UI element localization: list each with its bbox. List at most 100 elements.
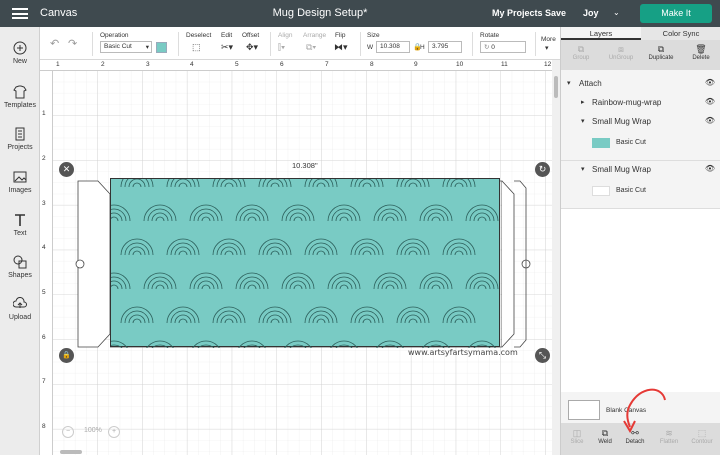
deselect-icon[interactable]: ⬚ — [192, 42, 201, 53]
zoom-in-icon[interactable]: + — [108, 426, 120, 438]
size-label: Size — [367, 32, 380, 39]
horizontal-ruler: 1 2 3 4 5 6 7 8 9 10 11 12 — [40, 60, 552, 71]
rainbow-pattern-design[interactable] — [97, 170, 500, 358]
make-it-button[interactable]: Make It — [640, 4, 712, 23]
ungroup-icon: ⧈ — [618, 44, 624, 54]
layer-tools: ⧉ Group ⧈ UnGroup ⧉ Duplicate 🗑 Delete — [561, 40, 720, 70]
arrange-icon[interactable]: ⧉▾ — [306, 42, 316, 53]
tab-layers[interactable]: Layers — [561, 27, 641, 40]
rotate-icon[interactable]: ↻ — [535, 162, 550, 177]
divider — [270, 32, 271, 56]
undo-icon[interactable]: ↶ — [50, 37, 59, 50]
rainbow-pattern-art — [97, 170, 499, 358]
more-button[interactable]: More — [541, 36, 556, 43]
plus-icon — [13, 41, 27, 55]
delete-button[interactable]: 🗑 Delete — [681, 44, 720, 61]
chevron-down-icon[interactable]: ▾ — [581, 117, 585, 125]
design-canvas[interactable]: 10.308" ✕ ↻ 🔒 ⤡ − 100% + — [40, 60, 552, 455]
project-title: Mug Design Setup* — [272, 7, 368, 19]
weld-button[interactable]: ⧉ Weld — [589, 428, 621, 445]
layer-attach[interactable]: ▾ Attach 👁 — [561, 78, 720, 92]
blank-canvas-thumbnail[interactable] — [568, 400, 600, 420]
flip-icon[interactable]: ⧓▾ — [334, 42, 348, 53]
duplicate-button[interactable]: ⧉ Duplicate — [641, 44, 681, 61]
rotate-input[interactable]: ↻ 0 — [480, 41, 526, 53]
ungroup-button[interactable]: ⧈ UnGroup — [601, 44, 641, 61]
layer-swatch — [592, 138, 610, 148]
group-icon: ⧉ — [577, 44, 585, 54]
eye-icon[interactable]: 👁 — [705, 78, 715, 87]
height-label: H — [420, 44, 425, 51]
divider — [178, 32, 179, 56]
flatten-button[interactable]: ≋ Flatten — [653, 428, 685, 445]
zoom-out-icon[interactable]: − — [62, 426, 74, 438]
edit-label: Edit — [221, 32, 233, 39]
sidebar-item-upload[interactable]: Upload — [0, 297, 40, 321]
horizontal-scrollbar[interactable] — [60, 450, 82, 454]
sidebar-item-projects[interactable]: Projects — [0, 127, 40, 151]
vertical-scrollbar[interactable] — [552, 60, 560, 455]
group-button[interactable]: ⧉ Group — [561, 44, 601, 61]
offset-icon[interactable]: ✥▾ — [246, 42, 258, 53]
my-projects-link[interactable]: My Projects — [492, 8, 543, 18]
chevron-down-icon[interactable]: ⌄ — [613, 8, 620, 17]
sidebar-item-new[interactable]: New — [0, 41, 40, 65]
divider — [360, 32, 361, 56]
redo-icon[interactable]: ↷ — [68, 37, 77, 50]
zoom-control: − 100% + — [62, 424, 122, 440]
eye-icon[interactable]: 👁 — [705, 116, 715, 125]
sidebar-item-templates[interactable]: Templates — [0, 85, 40, 109]
sidebar-item-shapes[interactable]: Shapes — [0, 255, 40, 279]
bottom-tools: ◫ Slice ⧉ Weld ⚯ Detach ≋ Flatten ⬚ Contour — [561, 423, 720, 455]
sidebar-item-text[interactable]: Text — [0, 213, 40, 237]
eye-icon[interactable]: 👁 — [705, 97, 715, 106]
vertical-ruler: 1 2 3 4 5 6 7 8 — [40, 71, 53, 455]
operation-select[interactable]: Basic Cut ▾ — [100, 41, 152, 53]
close-icon[interactable]: ✕ — [59, 162, 74, 177]
scroll-thumb[interactable] — [554, 76, 558, 98]
top-bar: Canvas Mug Design Setup* My Projects Sav… — [0, 0, 720, 27]
edit-icon[interactable]: ✂▾ — [221, 42, 233, 53]
deselect-label: Deselect — [186, 32, 212, 39]
resize-icon[interactable]: ⤡ — [535, 348, 550, 363]
sidebar-item-images[interactable]: Images — [0, 170, 40, 194]
layer-rainbow-mug-wrap[interactable]: ▸ Rainbow-mug-wrap 👁 — [561, 97, 720, 111]
chevron-right-icon[interactable]: ▸ — [581, 98, 585, 106]
trash-icon: 🗑 — [695, 44, 707, 54]
rotate-label: Rotate — [480, 32, 500, 39]
align-icon[interactable]: ⫿▾ — [278, 42, 285, 53]
edit-toolbar: ↶ ↷ Operation Basic Cut ▾ Deselect ⬚ Edit… — [40, 27, 560, 60]
divider — [92, 32, 93, 56]
detach-button[interactable]: ⚯ Detach — [619, 428, 651, 445]
height-input[interactable]: 3.795 — [428, 41, 462, 53]
eye-icon[interactable]: 👁 — [705, 164, 715, 173]
left-sidebar: New Templates Projects Images Text Shape… — [0, 27, 40, 455]
chevron-down-icon[interactable]: ▾ — [567, 79, 571, 87]
contour-icon: ⬚ — [697, 428, 707, 438]
layers-panel: Layers Color Sync ⧉ Group ⧈ UnGroup ⧉ Dupli… — [560, 27, 720, 455]
tab-color-sync[interactable]: Color Sync — [641, 27, 720, 40]
layer-swatch — [592, 186, 610, 196]
lock-icon[interactable]: 🔒 — [59, 348, 74, 363]
chevron-down-icon[interactable]: ▾ — [545, 44, 549, 52]
image-icon — [13, 171, 27, 183]
layer-small-mug-wrap-1[interactable]: ▾ Small Mug Wrap 👁 Basic Cut — [561, 116, 720, 161]
width-label: W — [367, 44, 374, 51]
flatten-icon: ≋ — [665, 428, 673, 438]
width-dimension-label: 10.308" — [292, 161, 318, 170]
width-input[interactable]: 10.308 — [376, 41, 410, 53]
detach-icon: ⚯ — [631, 428, 639, 438]
color-swatch[interactable] — [156, 42, 167, 53]
duplicate-icon: ⧉ — [657, 44, 665, 54]
watermark: www.artsyfartsymama.com — [408, 348, 518, 357]
contour-button[interactable]: ⬚ Contour — [686, 428, 718, 445]
save-button[interactable]: Save — [545, 8, 566, 18]
flip-label: Flip — [335, 32, 346, 39]
upload-icon — [13, 297, 27, 308]
user-menu[interactable]: Joy — [583, 8, 599, 18]
chevron-down-icon[interactable]: ▾ — [581, 165, 585, 173]
divider — [472, 32, 473, 56]
layers-empty-area — [561, 209, 720, 392]
layer-small-mug-wrap-2[interactable]: ▾ Small Mug Wrap 👁 Basic Cut — [561, 164, 720, 209]
offset-label: Offset — [242, 32, 260, 39]
